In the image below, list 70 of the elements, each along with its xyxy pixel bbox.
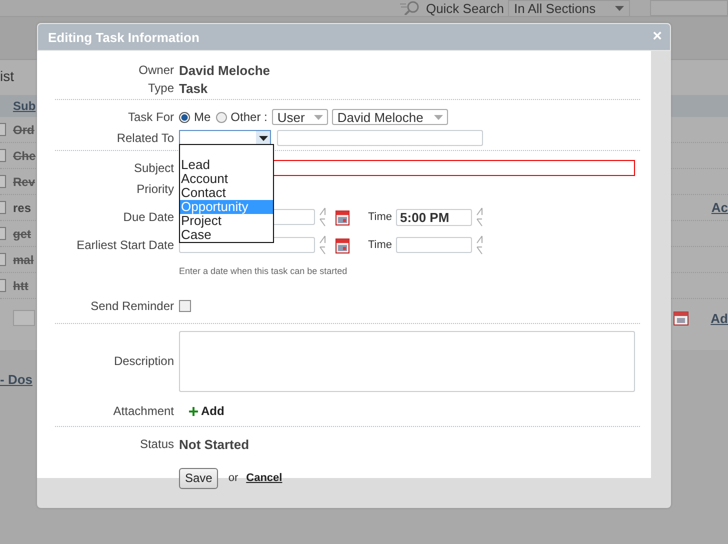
list-option[interactable]: Lead xyxy=(180,158,273,172)
search-icon xyxy=(400,1,420,15)
caret-icon xyxy=(615,6,624,10)
checkbox[interactable] xyxy=(0,253,6,266)
task-subject: Rev xyxy=(13,174,36,188)
checkbox[interactable] xyxy=(0,227,6,240)
task-subject: htt xyxy=(13,278,28,292)
input-field[interactable] xyxy=(13,310,35,326)
field-label: Priority xyxy=(136,182,175,196)
or-text: or xyxy=(228,472,238,484)
name-dropdown[interactable]: David Meloche xyxy=(332,109,448,125)
field-label: Description xyxy=(112,354,175,368)
field-label: Owner xyxy=(138,63,175,77)
quick-search-label: Quick Search xyxy=(426,0,504,16)
task-subject: get xyxy=(13,226,31,240)
save-button[interactable]: Save xyxy=(179,468,218,488)
todos-link[interactable]: - Dos xyxy=(0,372,32,387)
scope-dropdown[interactable]: In All Sections xyxy=(508,0,630,16)
list-option[interactable]: Project xyxy=(180,214,273,228)
field-label: Earliest Start Date xyxy=(76,238,175,252)
plus-icon xyxy=(189,406,198,416)
task-subject: mal xyxy=(13,252,34,266)
field-label: Related To xyxy=(116,131,175,145)
field-label: Send Reminder xyxy=(90,299,175,313)
owner-value: David Meloche xyxy=(179,62,270,78)
checkbox[interactable] xyxy=(0,149,6,162)
calendar-icon[interactable] xyxy=(335,236,350,254)
caret-icon xyxy=(258,136,268,140)
row-link[interactable]: Ad xyxy=(710,310,728,326)
radio-label[interactable]: Me xyxy=(194,110,211,124)
description-field[interactable] xyxy=(179,330,635,392)
user-type-dropdown[interactable]: User xyxy=(272,109,328,125)
checkbox[interactable] xyxy=(0,279,6,292)
calendar-icon[interactable] xyxy=(673,310,689,326)
field-label: Status xyxy=(138,437,175,451)
field-label: Type xyxy=(146,81,175,95)
related-record-field[interactable] xyxy=(277,130,483,146)
caret-icon xyxy=(314,114,324,120)
status-value: Not Started xyxy=(179,436,250,452)
checkbox[interactable] xyxy=(0,175,6,188)
field-label: Due Date xyxy=(122,210,175,224)
time-label: Time xyxy=(368,211,392,223)
checkbox[interactable] xyxy=(179,300,191,312)
time-label: Time xyxy=(368,239,392,251)
column-header[interactable]: Sub xyxy=(13,99,36,113)
field-label: Subject xyxy=(132,161,175,175)
checkbox[interactable] xyxy=(0,123,6,136)
caret-icon xyxy=(434,114,444,120)
cancel-link[interactable]: Cancel xyxy=(246,472,282,484)
checkbox[interactable] xyxy=(0,201,6,214)
radio-button[interactable] xyxy=(179,112,190,122)
list-option[interactable]: Contact xyxy=(180,186,273,200)
field-label: Task For xyxy=(126,110,175,124)
radio-label[interactable]: Other : xyxy=(230,110,268,124)
list-option[interactable]: Account xyxy=(180,172,273,186)
field-label: Attachment xyxy=(112,404,175,418)
task-subject: Che xyxy=(13,148,36,162)
dialog-title: Editing Task Information xyxy=(48,30,200,44)
task-subject: Ord xyxy=(13,122,34,136)
radio-button[interactable] xyxy=(216,112,227,122)
task-subject: res xyxy=(13,200,32,214)
time-field[interactable]: 5:00 PM xyxy=(396,208,472,226)
add-attachment-link[interactable]: Add xyxy=(189,404,224,418)
time-field[interactable] xyxy=(396,237,472,253)
list-option[interactable]: Case xyxy=(180,228,273,242)
type-value: Task xyxy=(179,80,208,96)
calendar-icon[interactable] xyxy=(335,208,350,226)
hint-text: Enter a date when this task can be started xyxy=(179,266,348,276)
list-title: ist xyxy=(0,68,14,84)
row-link[interactable]: Ac xyxy=(711,200,728,215)
